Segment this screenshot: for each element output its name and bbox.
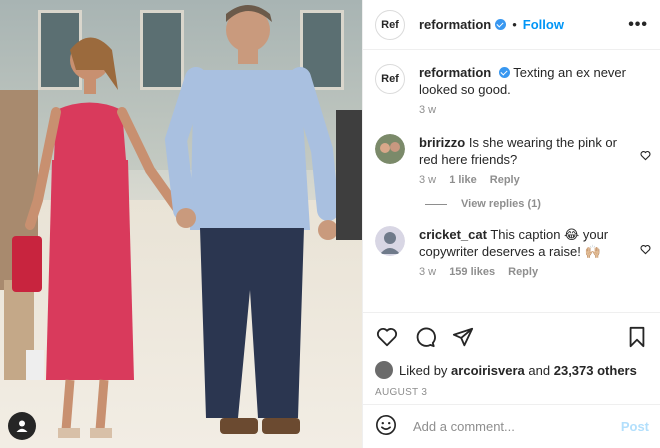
comment-like-count[interactable]: 159 likes [449, 266, 495, 278]
follow-button[interactable]: Follow [523, 17, 564, 32]
caption-username[interactable]: reformation [419, 65, 491, 80]
comment-like-count[interactable]: 1 like [449, 174, 477, 186]
commenter-avatar[interactable] [375, 226, 405, 256]
instagram-post-view: Ref reformation • Follow ••• Ref reforma… [0, 0, 660, 448]
commenter-avatar[interactable] [375, 134, 405, 164]
action-icon-row [375, 325, 649, 349]
liker-username[interactable]: arcoirisvera [451, 363, 525, 378]
like-comment-heart-icon[interactable] [640, 244, 651, 258]
header-separator: • [512, 17, 517, 32]
comment-time[interactable]: 3 w [419, 174, 436, 186]
caption-item: Ref reformation Texting an ex never look… [363, 50, 660, 116]
comment-item: cricket_cat This caption 😂 your copywrit… [363, 210, 660, 278]
post-date[interactable]: AUGUST 3 [375, 387, 649, 398]
caption-avatar-logo-text: Ref [381, 73, 399, 85]
liker-avatar[interactable] [375, 361, 393, 379]
reply-button[interactable]: Reply [508, 266, 538, 278]
reply-button[interactable]: Reply [490, 174, 520, 186]
post-side-panel: Ref reformation • Follow ••• Ref reforma… [362, 0, 660, 448]
comment-time[interactable]: 3 w [419, 266, 436, 278]
likes-prefix: Liked by [399, 362, 448, 378]
likes-conjunction: and [528, 362, 551, 378]
couple-illustration [0, 5, 362, 438]
share-paper-plane-icon[interactable] [451, 325, 475, 349]
caption-avatar[interactable]: Ref [375, 64, 405, 94]
verified-badge-icon [495, 19, 507, 30]
like-comment-heart-icon[interactable] [640, 150, 651, 164]
caption-verified-badge-icon [498, 67, 510, 78]
account-username[interactable]: reformation [419, 17, 491, 32]
comment-input[interactable] [413, 419, 621, 434]
comments-list[interactable]: Ref reformation Texting an ex never look… [363, 50, 660, 312]
likes-summary: Liked by arcoirisvera and 23,373 others [375, 361, 649, 379]
person-icon [16, 420, 28, 432]
comment-item: bririzzo Is she wearing the pink or red … [363, 116, 660, 186]
add-comment-bar: Post [363, 404, 660, 448]
more-options-button[interactable]: ••• [628, 16, 648, 34]
account-avatar[interactable]: Ref [375, 9, 405, 40]
post-header: Ref reformation • Follow ••• [363, 0, 660, 50]
likes-others-link[interactable]: 23,373 others [554, 363, 637, 378]
view-replies-button[interactable]: View replies (1) [363, 186, 660, 210]
replies-divider-line [425, 203, 447, 205]
comment-bubble-icon[interactable] [413, 325, 437, 349]
caption-time[interactable]: 3 w [419, 104, 436, 116]
view-replies-label: View replies (1) [461, 198, 541, 210]
emoji-picker-icon[interactable] [375, 414, 397, 439]
post-actions: Liked by arcoirisvera and 23,373 others … [363, 312, 660, 398]
like-heart-icon[interactable] [375, 325, 399, 349]
avatar-logo-text: Ref [381, 18, 399, 31]
comment-username[interactable]: bririzzo [419, 135, 465, 150]
comment-username[interactable]: cricket_cat [419, 227, 487, 242]
tagged-people-button[interactable] [8, 412, 36, 440]
post-photo[interactable] [0, 0, 362, 448]
save-bookmark-icon[interactable] [625, 325, 649, 349]
post-comment-button[interactable]: Post [621, 419, 649, 434]
